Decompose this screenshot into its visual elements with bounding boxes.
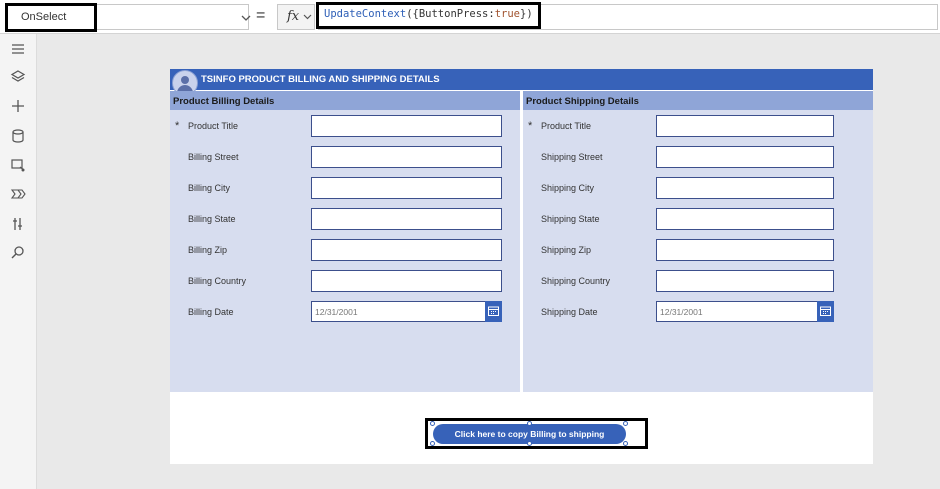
field-label: Shipping Country: [541, 276, 611, 286]
billing-product-title-input[interactable]: [311, 115, 502, 137]
hamburger-icon[interactable]: [9, 40, 27, 58]
field-label: Shipping Zip: [541, 245, 592, 255]
field-label: Billing Street: [188, 152, 239, 162]
shipping-country-input[interactable]: [656, 270, 834, 292]
equals-sign: =: [256, 7, 266, 24]
billing-date-value: 12/31/2001: [315, 307, 358, 317]
calendar-icon: [488, 306, 499, 316]
billing-country-input[interactable]: [311, 270, 502, 292]
shipping-street-input[interactable]: [656, 146, 834, 168]
plus-icon[interactable]: [9, 97, 27, 115]
selection-handle[interactable]: [527, 441, 532, 446]
shipping-date-picker[interactable]: 12/31/2001: [656, 301, 834, 322]
tools-icon[interactable]: [9, 215, 27, 233]
shipping-panel-header: Product Shipping Details: [523, 91, 873, 110]
left-rail: [0, 34, 37, 489]
layers-icon[interactable]: [9, 68, 27, 86]
field-label: Shipping City: [541, 183, 595, 193]
app-title: TSINFO PRODUCT BILLING AND SHIPPING DETA…: [201, 74, 440, 85]
field-label: Billing State: [188, 214, 236, 224]
app-header: TSINFO PRODUCT BILLING AND SHIPPING DETA…: [170, 69, 873, 90]
fx-button[interactable]: fx: [277, 4, 315, 30]
selection-handle[interactable]: [527, 421, 532, 426]
billing-panel-title: Product Billing Details: [173, 96, 275, 107]
shipping-row-state: Shipping State: [523, 208, 873, 230]
flow-icon[interactable]: [9, 185, 27, 203]
shipping-date-value: 12/31/2001: [660, 307, 703, 317]
selection-handle[interactable]: [430, 421, 435, 426]
billing-panel: Product Billing Details * Product Title …: [170, 91, 520, 392]
billing-row-product-title: * Product Title: [170, 115, 520, 137]
required-marker: *: [175, 120, 180, 132]
billing-panel-header: Product Billing Details: [170, 91, 520, 110]
selection-handle[interactable]: [430, 441, 435, 446]
field-label: Shipping Street: [541, 152, 603, 162]
field-label: Product Title: [541, 121, 592, 131]
search-icon[interactable]: [9, 244, 27, 262]
billing-street-input[interactable]: [311, 146, 502, 168]
calendar-button[interactable]: [485, 301, 502, 322]
billing-row-street: Billing Street: [170, 146, 520, 168]
billing-zip-input[interactable]: [311, 239, 502, 261]
chevron-down-icon: [303, 14, 312, 20]
billing-city-input[interactable]: [311, 177, 502, 199]
billing-state-input[interactable]: [311, 208, 502, 230]
field-label: Shipping Date: [541, 307, 598, 317]
field-label: Billing City: [188, 183, 231, 193]
selection-handle[interactable]: [623, 421, 628, 426]
field-label: Billing Zip: [188, 245, 228, 255]
fx-icon: fx: [287, 9, 300, 24]
formula-bar: OnSelect = fx UpdateContext({ButtonPress…: [0, 0, 940, 34]
shipping-row-street: Shipping Street: [523, 146, 873, 168]
shipping-row-city: Shipping City: [523, 177, 873, 199]
shipping-zip-input[interactable]: [656, 239, 834, 261]
app-screen: TSINFO PRODUCT BILLING AND SHIPPING DETA…: [170, 69, 873, 464]
billing-date-picker[interactable]: 12/31/2001: [311, 301, 502, 322]
billing-row-date: Billing Date 12/31/2001: [170, 301, 520, 323]
field-label: Shipping State: [541, 214, 600, 224]
shipping-row-date: Shipping Date 12/31/2001: [523, 301, 873, 323]
field-label: Billing Date: [188, 307, 234, 317]
shipping-city-input[interactable]: [656, 177, 834, 199]
chevron-down-icon: [241, 15, 251, 21]
database-icon[interactable]: [9, 127, 27, 145]
billing-row-city: Billing City: [170, 177, 520, 199]
required-marker: *: [528, 120, 533, 132]
formula-highlight-box: [316, 2, 541, 29]
billing-row-country: Billing Country: [170, 270, 520, 292]
billing-row-zip: Billing Zip: [170, 239, 520, 261]
selection-handle[interactable]: [623, 441, 628, 446]
shipping-panel: Product Shipping Details * Product Title…: [523, 91, 873, 392]
shipping-row-product-title: * Product Title: [523, 115, 873, 137]
copy-button-label: Click here to copy Billing to shipping: [454, 429, 605, 439]
calendar-icon: [820, 306, 831, 316]
field-label: Product Title: [188, 121, 239, 131]
calendar-button[interactable]: [817, 301, 834, 322]
media-icon[interactable]: [9, 156, 27, 174]
shipping-product-title-input[interactable]: [656, 115, 834, 137]
property-highlight-box: [5, 3, 97, 32]
shipping-state-input[interactable]: [656, 208, 834, 230]
shipping-row-country: Shipping Country: [523, 270, 873, 292]
shipping-panel-title: Product Shipping Details: [526, 96, 639, 107]
shipping-row-zip: Shipping Zip: [523, 239, 873, 261]
field-label: Billing Country: [188, 276, 247, 286]
billing-row-state: Billing State: [170, 208, 520, 230]
